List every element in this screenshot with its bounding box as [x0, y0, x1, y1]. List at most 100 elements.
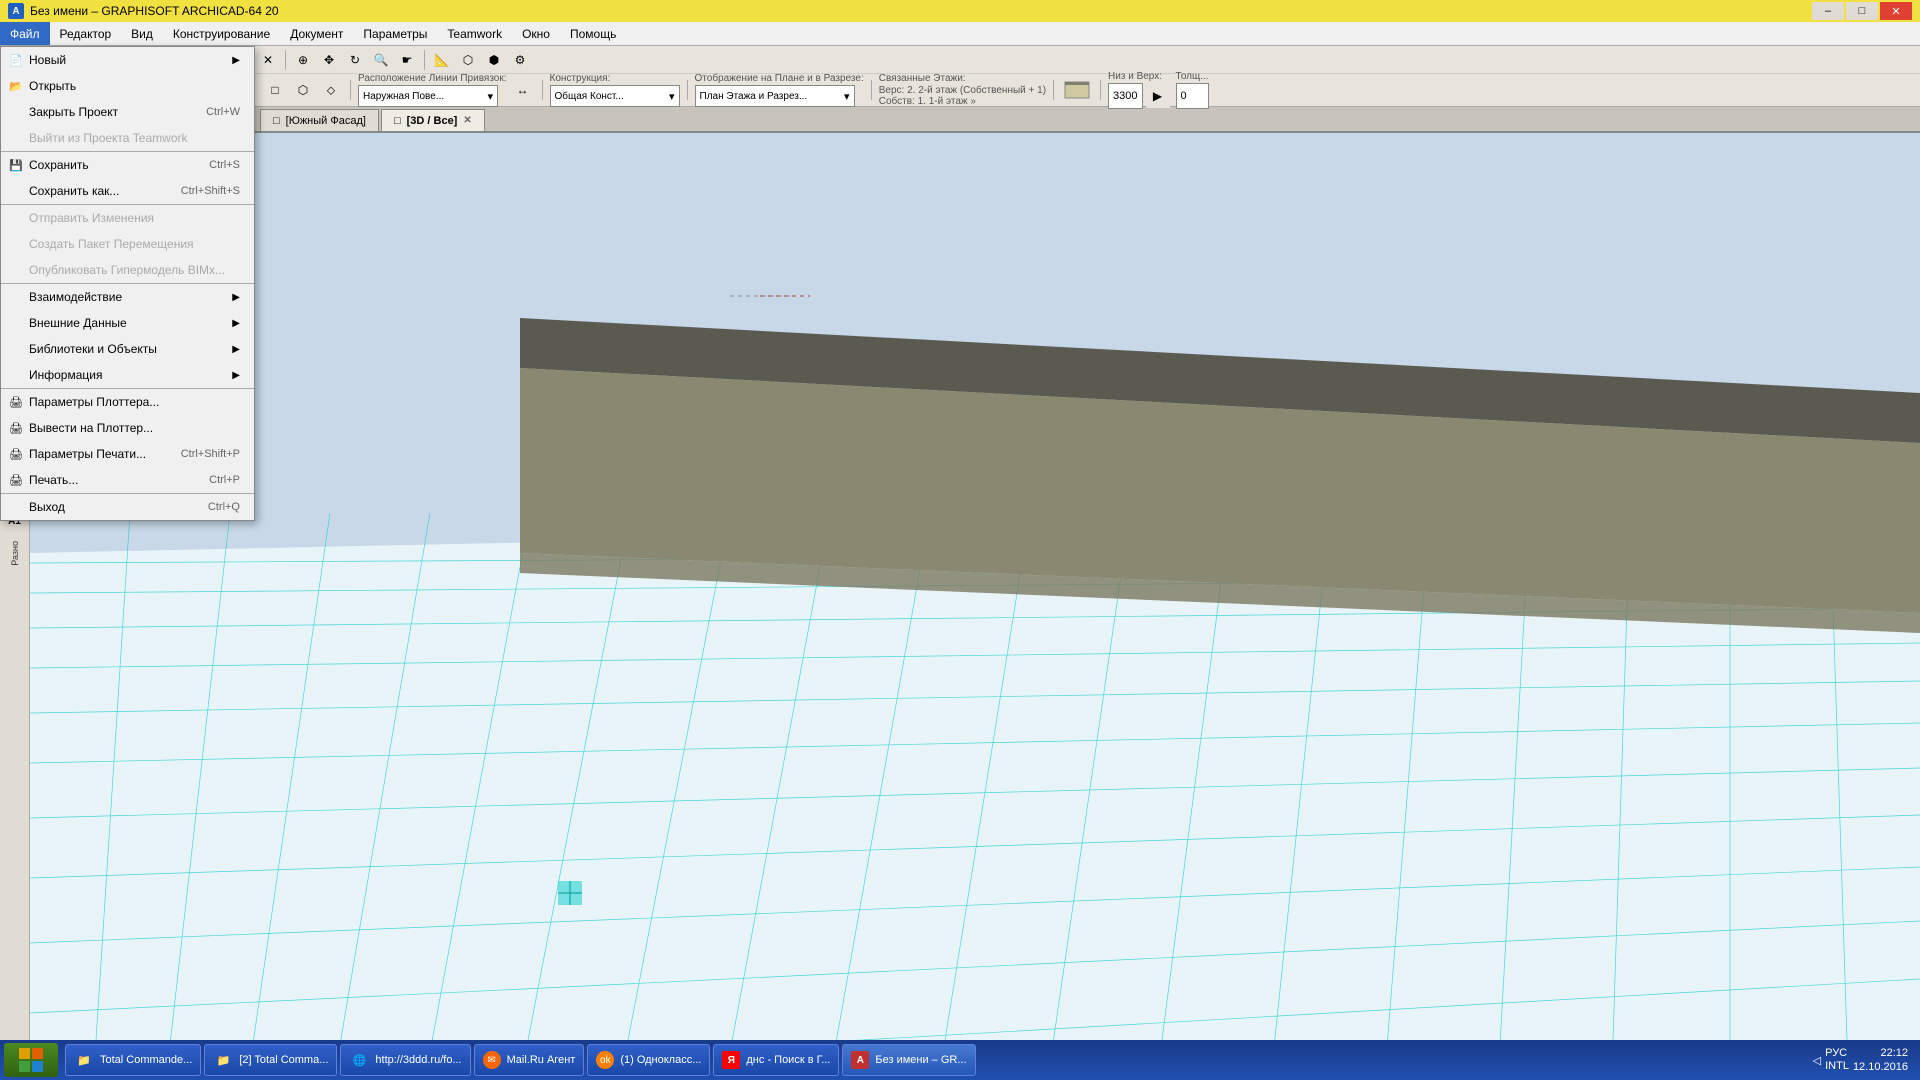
tb-settings[interactable]: ⚙ — [508, 48, 532, 72]
save-shortcut: Ctrl+S — [209, 159, 240, 171]
open-label: Открыть — [29, 79, 76, 93]
exit-shortcut: Ctrl+Q — [208, 501, 240, 513]
tb-measure[interactable]: 📐 — [430, 48, 454, 72]
menu-save[interactable]: 💾 Сохранить Ctrl+S — [1, 152, 254, 178]
send-icon — [7, 209, 25, 227]
tab-3d[interactable]: □ [3D / Все] ✕ — [381, 109, 485, 131]
floor-bot-label: Собств: 1. 1-й этаж » — [879, 96, 1046, 107]
menu-plotter-params[interactable]: 🖨 Параметры Плоттера... — [1, 389, 254, 415]
yandex-icon: Я — [722, 1051, 740, 1069]
main-area: ↖ ⬜ ▦ ⌂ ↗ ⊕ ⊞ ⊟ Докум ⊕ ↖ ⊘ A A1 Разно — [0, 133, 1920, 1052]
sep10 — [1100, 80, 1101, 100]
tab-south-facade[interactable]: □ [Южный Фасад] — [260, 109, 379, 131]
info-label: Информация — [29, 368, 102, 382]
taskbar-btn-tc2[interactable]: 📁 [2] Total Comma... — [204, 1044, 337, 1076]
menu-parameters[interactable]: Параметры — [353, 22, 437, 45]
plt-param-label: Параметры Плоттера... — [29, 395, 159, 409]
menu-libraries[interactable]: Библиотеки и Объекты ▶ — [1, 336, 254, 362]
menu-window[interactable]: Окно — [512, 22, 560, 45]
viewport[interactable] — [30, 133, 1920, 1052]
small-grid-indicator — [558, 881, 582, 905]
maximize-button[interactable]: □ — [1846, 2, 1878, 20]
menu-open[interactable]: 📂 Открыть — [1, 73, 254, 99]
pkg-icon — [7, 235, 25, 253]
floor-bot-value: 1. 1-й этаж » — [918, 96, 976, 107]
close-button[interactable]: ✕ — [1880, 2, 1912, 20]
tb-paste[interactable]: ⬢ — [482, 48, 506, 72]
tb-val-arrow[interactable]: ▶ — [1146, 84, 1170, 108]
exit-label: Выход — [29, 500, 65, 514]
tab-label-south: [Южный Фасад] — [286, 115, 366, 127]
tb-rotate2[interactable]: ↻ — [343, 48, 367, 72]
tb-x[interactable]: ✕ — [256, 48, 280, 72]
height-value2[interactable]: 0 — [1176, 83, 1209, 109]
display-combo[interactable]: План Этажа и Разрез... ▾ — [695, 85, 855, 107]
ok-icon: ok — [596, 1051, 614, 1069]
menu-new[interactable]: 📄 Новый ▶ — [1, 47, 254, 73]
exit-icon — [7, 498, 25, 516]
menu-file[interactable]: Файл — [0, 22, 50, 45]
height-value1[interactable]: 3300 — [1108, 83, 1142, 109]
menu-exit[interactable]: Выход Ctrl+Q — [1, 494, 254, 520]
taskbar-btn-ok[interactable]: ok (1) Однокласс... — [587, 1044, 710, 1076]
taskbar-btn-mail[interactable]: ✉ Mail.Ru Агент — [474, 1044, 585, 1076]
ok-label: (1) Однокласс... — [620, 1054, 701, 1066]
menu-create-package: Создать Пакет Перемещения — [1, 231, 254, 257]
menu-view[interactable]: Вид — [121, 22, 163, 45]
menu-plot[interactable]: 🖨 Вывести на Плоттер... — [1, 415, 254, 441]
new-label: Новый — [29, 53, 66, 67]
placement-combo[interactable]: Наружная Пове... ▾ — [358, 85, 498, 107]
tb-flip[interactable]: ↔ — [511, 78, 535, 102]
construction-combo[interactable]: Общая Конст... ▾ — [550, 85, 680, 107]
start-button[interactable] — [4, 1043, 58, 1077]
tab-icon-3d: □ — [394, 115, 401, 127]
taskbar-btn-tc1[interactable]: 📁 Total Commande... — [65, 1044, 201, 1076]
ext-arrow: ▶ — [232, 318, 240, 329]
taskbar-btn-archicad[interactable]: A Без имени – GR... — [842, 1044, 975, 1076]
tab-close-3d[interactable]: ✕ — [463, 115, 471, 126]
construction-label: Конструкция: — [550, 73, 680, 84]
saveas-icon — [7, 182, 25, 200]
save-icon: 💾 — [7, 156, 25, 174]
tb-move[interactable]: ✥ — [317, 48, 341, 72]
mail-icon: ✉ — [483, 1051, 501, 1069]
tb-copy[interactable]: ⬡ — [456, 48, 480, 72]
new-arrow: ▶ — [232, 55, 240, 66]
floor-top-value: 2. 2-й этаж (Собственный + 1) — [907, 85, 1046, 96]
tray-hide-btn[interactable]: ◁ — [1813, 1054, 1821, 1067]
print-icon: 🖨 — [7, 471, 25, 489]
tb-poly-geom[interactable]: ⬡ — [291, 78, 315, 102]
taskbar-btn-yandex[interactable]: Я днс - Поиск в Г... — [713, 1044, 839, 1076]
dropdown-menu: 📄 Новый ▶ 📂 Открыть Закрыть Проект Ctrl+… — [0, 46, 255, 521]
menu-print[interactable]: 🖨 Печать... Ctrl+P — [1, 467, 254, 493]
menu-interaction[interactable]: Взаимодействие ▶ — [1, 284, 254, 310]
tb-zoom[interactable]: 🔍 — [369, 48, 393, 72]
section2: Отправить Изменения Создать Пакет Переме… — [1, 204, 254, 283]
tb-rot-geom[interactable]: ⬦ — [319, 78, 343, 102]
minimize-button[interactable]: – — [1812, 2, 1844, 20]
placement-arrow: ▾ — [487, 90, 493, 103]
updown-label: Низ и Верх: — [1108, 71, 1169, 82]
menu-editor[interactable]: Редактор — [50, 22, 122, 45]
menu-print-params[interactable]: 🖨 Параметры Печати... Ctrl+Shift+P — [1, 441, 254, 467]
tb-floor-icon[interactable] — [1061, 76, 1093, 104]
menu-external-data[interactable]: Внешние Данные ▶ — [1, 310, 254, 336]
new-icon: 📄 — [7, 51, 25, 69]
construction-arrow: ▾ — [669, 90, 675, 103]
menu-close-project[interactable]: Закрыть Проект Ctrl+W — [1, 99, 254, 125]
menu-info[interactable]: Информация ▶ — [1, 362, 254, 388]
tb-hand[interactable]: ☛ — [395, 48, 419, 72]
tb-rect-geom[interactable]: □ — [263, 78, 287, 102]
saveas-shortcut: Ctrl+Shift+S — [181, 185, 240, 197]
sidebar-label-razno: Разно — [10, 541, 20, 566]
taskbar-btn-3ddd[interactable]: 🌐 http://3ddd.ru/fo... — [340, 1044, 470, 1076]
menu-saveas[interactable]: Сохранить как... Ctrl+Shift+S — [1, 178, 254, 204]
tb-3d[interactable]: ⊕ — [291, 48, 315, 72]
menu-help[interactable]: Помощь — [560, 22, 626, 45]
menu-teamwork[interactable]: Teamwork — [437, 22, 512, 45]
menu-construct[interactable]: Конструирование — [163, 22, 280, 45]
menu-document[interactable]: Документ — [280, 22, 353, 45]
lib-label: Библиотеки и Объекты — [29, 342, 157, 356]
tc2-icon: 📁 — [213, 1050, 233, 1070]
tray-clock: 22:12 12.10.2016 — [1853, 1046, 1908, 1075]
